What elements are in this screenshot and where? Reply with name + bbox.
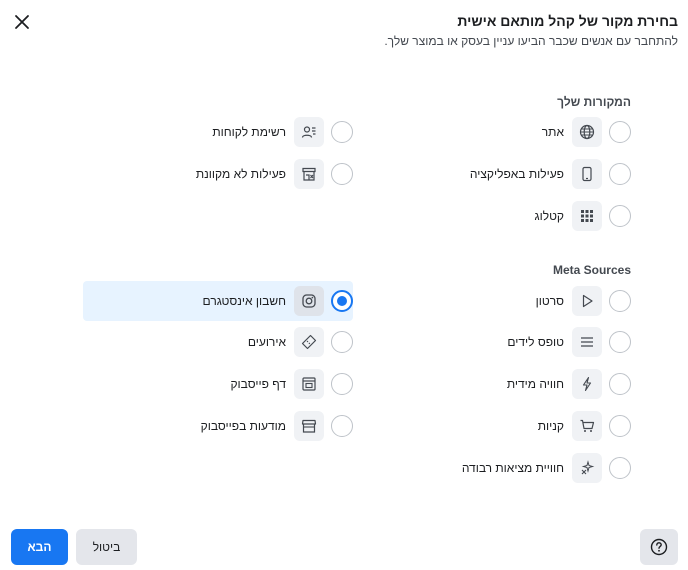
option-website[interactable]: אתר xyxy=(371,112,631,152)
option-label: אירועים xyxy=(247,335,286,349)
radio-button[interactable] xyxy=(609,163,631,185)
customer-list-icon xyxy=(294,117,324,147)
close-button[interactable] xyxy=(10,10,34,34)
cart-icon xyxy=(572,411,602,441)
radio-button[interactable] xyxy=(331,415,353,437)
option-label: אתר xyxy=(541,125,564,139)
store-icon xyxy=(294,159,324,189)
shop-icon xyxy=(294,411,324,441)
mobile-icon xyxy=(572,159,602,189)
next-button[interactable]: הבא xyxy=(11,529,68,565)
option-offline-activity[interactable]: פעילות לא מקוונת xyxy=(83,154,353,194)
radio-button[interactable] xyxy=(609,121,631,143)
option-lead-form[interactable]: טופס לידים xyxy=(371,322,631,362)
form-lines-icon xyxy=(572,327,602,357)
option-label: חשבון אינסטגרם xyxy=(202,294,286,308)
option-label: דף פייסבוק xyxy=(230,377,286,391)
option-facebook-listings[interactable]: מודעות בפייסבוק xyxy=(83,406,353,446)
option-ar-experience[interactable]: חוויית מציאות רבודה xyxy=(371,448,631,488)
play-icon xyxy=(572,286,602,316)
ticket-icon xyxy=(294,327,324,357)
option-label: חוויה מידית xyxy=(506,377,564,391)
custom-audience-source-dialog: בחירת מקור של קהל מותאם אישית להתחבר עם … xyxy=(0,0,688,570)
option-label: קניות xyxy=(537,419,564,433)
radio-button[interactable] xyxy=(609,415,631,437)
radio-button[interactable] xyxy=(609,290,631,312)
meta-sources-heading: Meta Sources xyxy=(552,263,631,277)
lightning-icon xyxy=(572,369,602,399)
radio-button[interactable] xyxy=(609,457,631,479)
option-shopping[interactable]: קניות xyxy=(371,406,631,446)
sparkle-icon xyxy=(572,453,602,483)
option-label: פעילות באפליקציה xyxy=(469,167,564,181)
option-label: טופס לידים xyxy=(507,335,564,349)
dialog-title: בחירת מקור של קהל מותאם אישית xyxy=(457,13,678,29)
your-sources-heading: המקורות שלך xyxy=(557,95,631,109)
option-label: סרטון xyxy=(535,294,564,308)
option-catalog[interactable]: קטלוג xyxy=(371,196,631,236)
instagram-icon xyxy=(294,286,324,316)
radio-button[interactable] xyxy=(331,331,353,353)
radio-button[interactable] xyxy=(331,163,353,185)
close-icon xyxy=(14,14,30,30)
radio-button[interactable] xyxy=(609,331,631,353)
radio-button-selected[interactable] xyxy=(331,290,353,312)
option-customer-list[interactable]: רשימת לקוחות xyxy=(83,112,353,152)
option-label: חוויית מציאות רבודה xyxy=(461,461,564,475)
dialog-subtitle: להתחבר עם אנשים שכבר הביעו עניין בעסק או… xyxy=(384,34,678,48)
grid-icon xyxy=(572,201,602,231)
option-app-activity[interactable]: פעילות באפליקציה xyxy=(371,154,631,194)
option-facebook-page[interactable]: דף פייסבוק xyxy=(83,364,353,404)
radio-button[interactable] xyxy=(609,205,631,227)
page-icon xyxy=(294,369,324,399)
cancel-button[interactable]: ביטול xyxy=(76,529,137,565)
option-label: רשימת לקוחות xyxy=(212,125,286,139)
radio-button[interactable] xyxy=(331,373,353,395)
option-video[interactable]: סרטון xyxy=(371,281,631,321)
option-label: פעילות לא מקוונת xyxy=(195,167,286,181)
option-label: קטלוג xyxy=(534,209,564,223)
option-instant-experience[interactable]: חוויה מידית xyxy=(371,364,631,404)
help-button[interactable] xyxy=(640,529,678,565)
option-label: מודעות בפייסבוק xyxy=(200,419,286,433)
globe-icon xyxy=(572,117,602,147)
radio-dot xyxy=(337,296,347,306)
radio-button[interactable] xyxy=(331,121,353,143)
option-instagram-account[interactable]: חשבון אינסטגרם xyxy=(83,281,353,321)
help-icon xyxy=(650,538,668,556)
radio-button[interactable] xyxy=(609,373,631,395)
option-events[interactable]: אירועים xyxy=(83,322,353,362)
